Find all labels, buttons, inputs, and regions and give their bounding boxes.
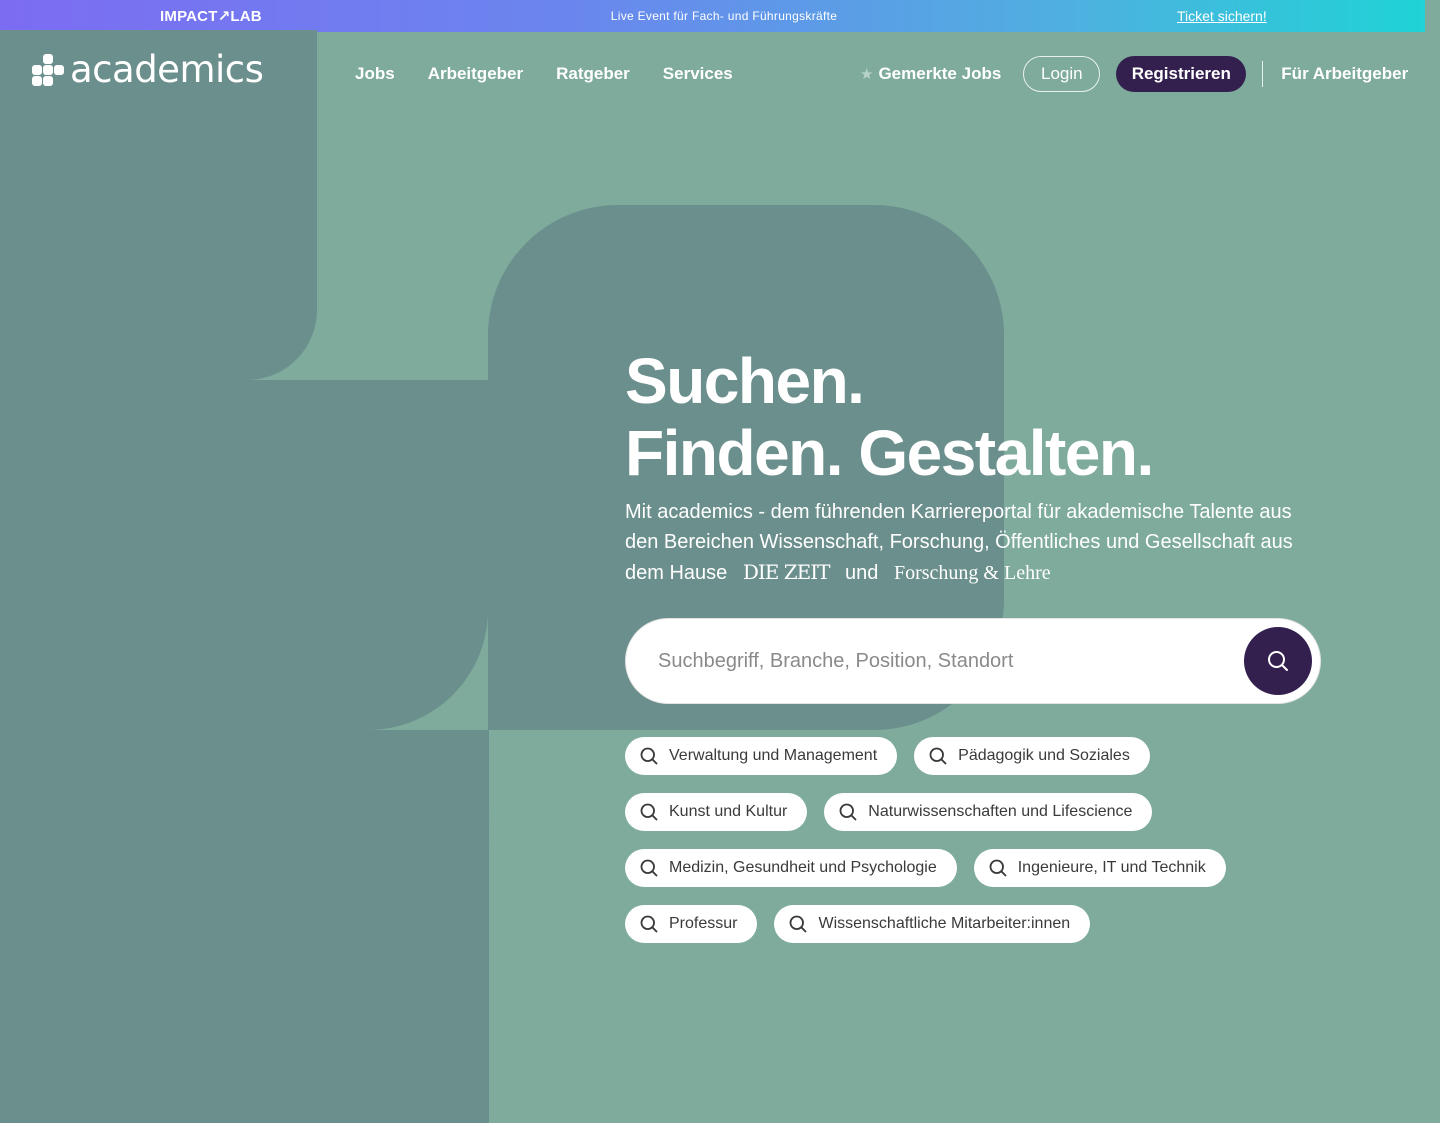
category-label: Verwaltung und Management (669, 747, 878, 764)
main-nav: Jobs Arbeitgeber Ratgeber Services (355, 64, 733, 84)
top-banner: IMPACT↗LAB Live Event für Fach- und Führ… (0, 0, 1425, 32)
bg-shape (0, 380, 488, 730)
logo-text: academics (70, 47, 264, 91)
ticket-link[interactable]: Ticket sichern! (1177, 8, 1267, 24)
search-button[interactable] (1244, 627, 1312, 695)
search-icon (640, 747, 658, 765)
connector-text: und (845, 562, 879, 584)
die-zeit-logo[interactable]: DIE ZEIT (743, 560, 831, 584)
category-chip[interactable]: Verwaltung und Management (625, 737, 898, 775)
category-label: Medizin, Gesundheit und Psychologie (669, 859, 937, 876)
category-label: Naturwissenschaften und Lifescience (868, 803, 1133, 820)
search-icon (640, 859, 658, 877)
search-icon (1268, 651, 1288, 671)
search-icon (640, 915, 658, 933)
academics-logo[interactable]: academics (32, 47, 264, 91)
category-label: Wissenschaftliche Mitarbeiter:innen (818, 915, 1071, 932)
category-label: Professur (669, 915, 738, 932)
register-button[interactable]: Registrieren (1116, 56, 1247, 92)
job-search-bar (625, 618, 1321, 704)
nav-jobs[interactable]: Jobs (355, 64, 395, 84)
saved-jobs-label: Gemerkte Jobs (878, 64, 1002, 83)
category-chip[interactable]: Naturwissenschaften und Lifescience (824, 793, 1153, 831)
login-button[interactable]: Login (1023, 56, 1101, 92)
category-label: Kunst und Kultur (669, 803, 788, 820)
logo-mark-icon (32, 54, 64, 88)
search-icon (640, 803, 658, 821)
forschung-lehre-logo[interactable]: Forschung & Lehre (894, 562, 1051, 584)
search-input[interactable] (658, 643, 1218, 679)
hero-title-line1: Suchen. (625, 345, 865, 417)
category-chip[interactable]: Wissenschaftliche Mitarbeiter:innen (774, 905, 1091, 943)
search-icon (839, 803, 857, 821)
nav-arbeitgeber[interactable]: Arbeitgeber (428, 64, 523, 84)
bg-shape (0, 730, 489, 1123)
saved-jobs-link[interactable]: ★ Gemerkte Jobs (860, 64, 1001, 84)
search-icon (790, 915, 807, 933)
hero-title-line2: Finden. Gestalten. (625, 417, 1154, 489)
category-chip[interactable]: Ingenieure, IT und Technik (973, 849, 1226, 887)
hero-title: Suchen. Finden. Gestalten. (625, 345, 1154, 489)
star-icon: ★ (860, 66, 874, 83)
category-chip[interactable]: Kunst und Kultur (625, 793, 808, 831)
nav-ratgeber[interactable]: Ratgeber (556, 64, 630, 84)
category-chip[interactable]: Pädagogik und Soziales (914, 737, 1150, 775)
category-label: Ingenieure, IT und Technik (1017, 859, 1206, 876)
search-icon (929, 747, 947, 765)
category-chips: Verwaltung und Management Pädagogik und … (625, 737, 1345, 961)
hero-subtitle: Mit academics - dem führenden Karrierepo… (625, 497, 1325, 588)
search-icon (989, 859, 1007, 877)
nav-services[interactable]: Services (663, 64, 733, 84)
category-chip[interactable]: Medizin, Gesundheit und Psychologie (625, 849, 957, 887)
category-chip[interactable]: Professur (625, 905, 758, 943)
header-actions: ★ Gemerkte Jobs Login Registrieren Für A… (860, 56, 1408, 92)
for-employers-link[interactable]: Für Arbeitgeber (1281, 64, 1408, 84)
category-label: Pädagogik und Soziales (958, 747, 1130, 764)
header-divider (1262, 61, 1264, 87)
